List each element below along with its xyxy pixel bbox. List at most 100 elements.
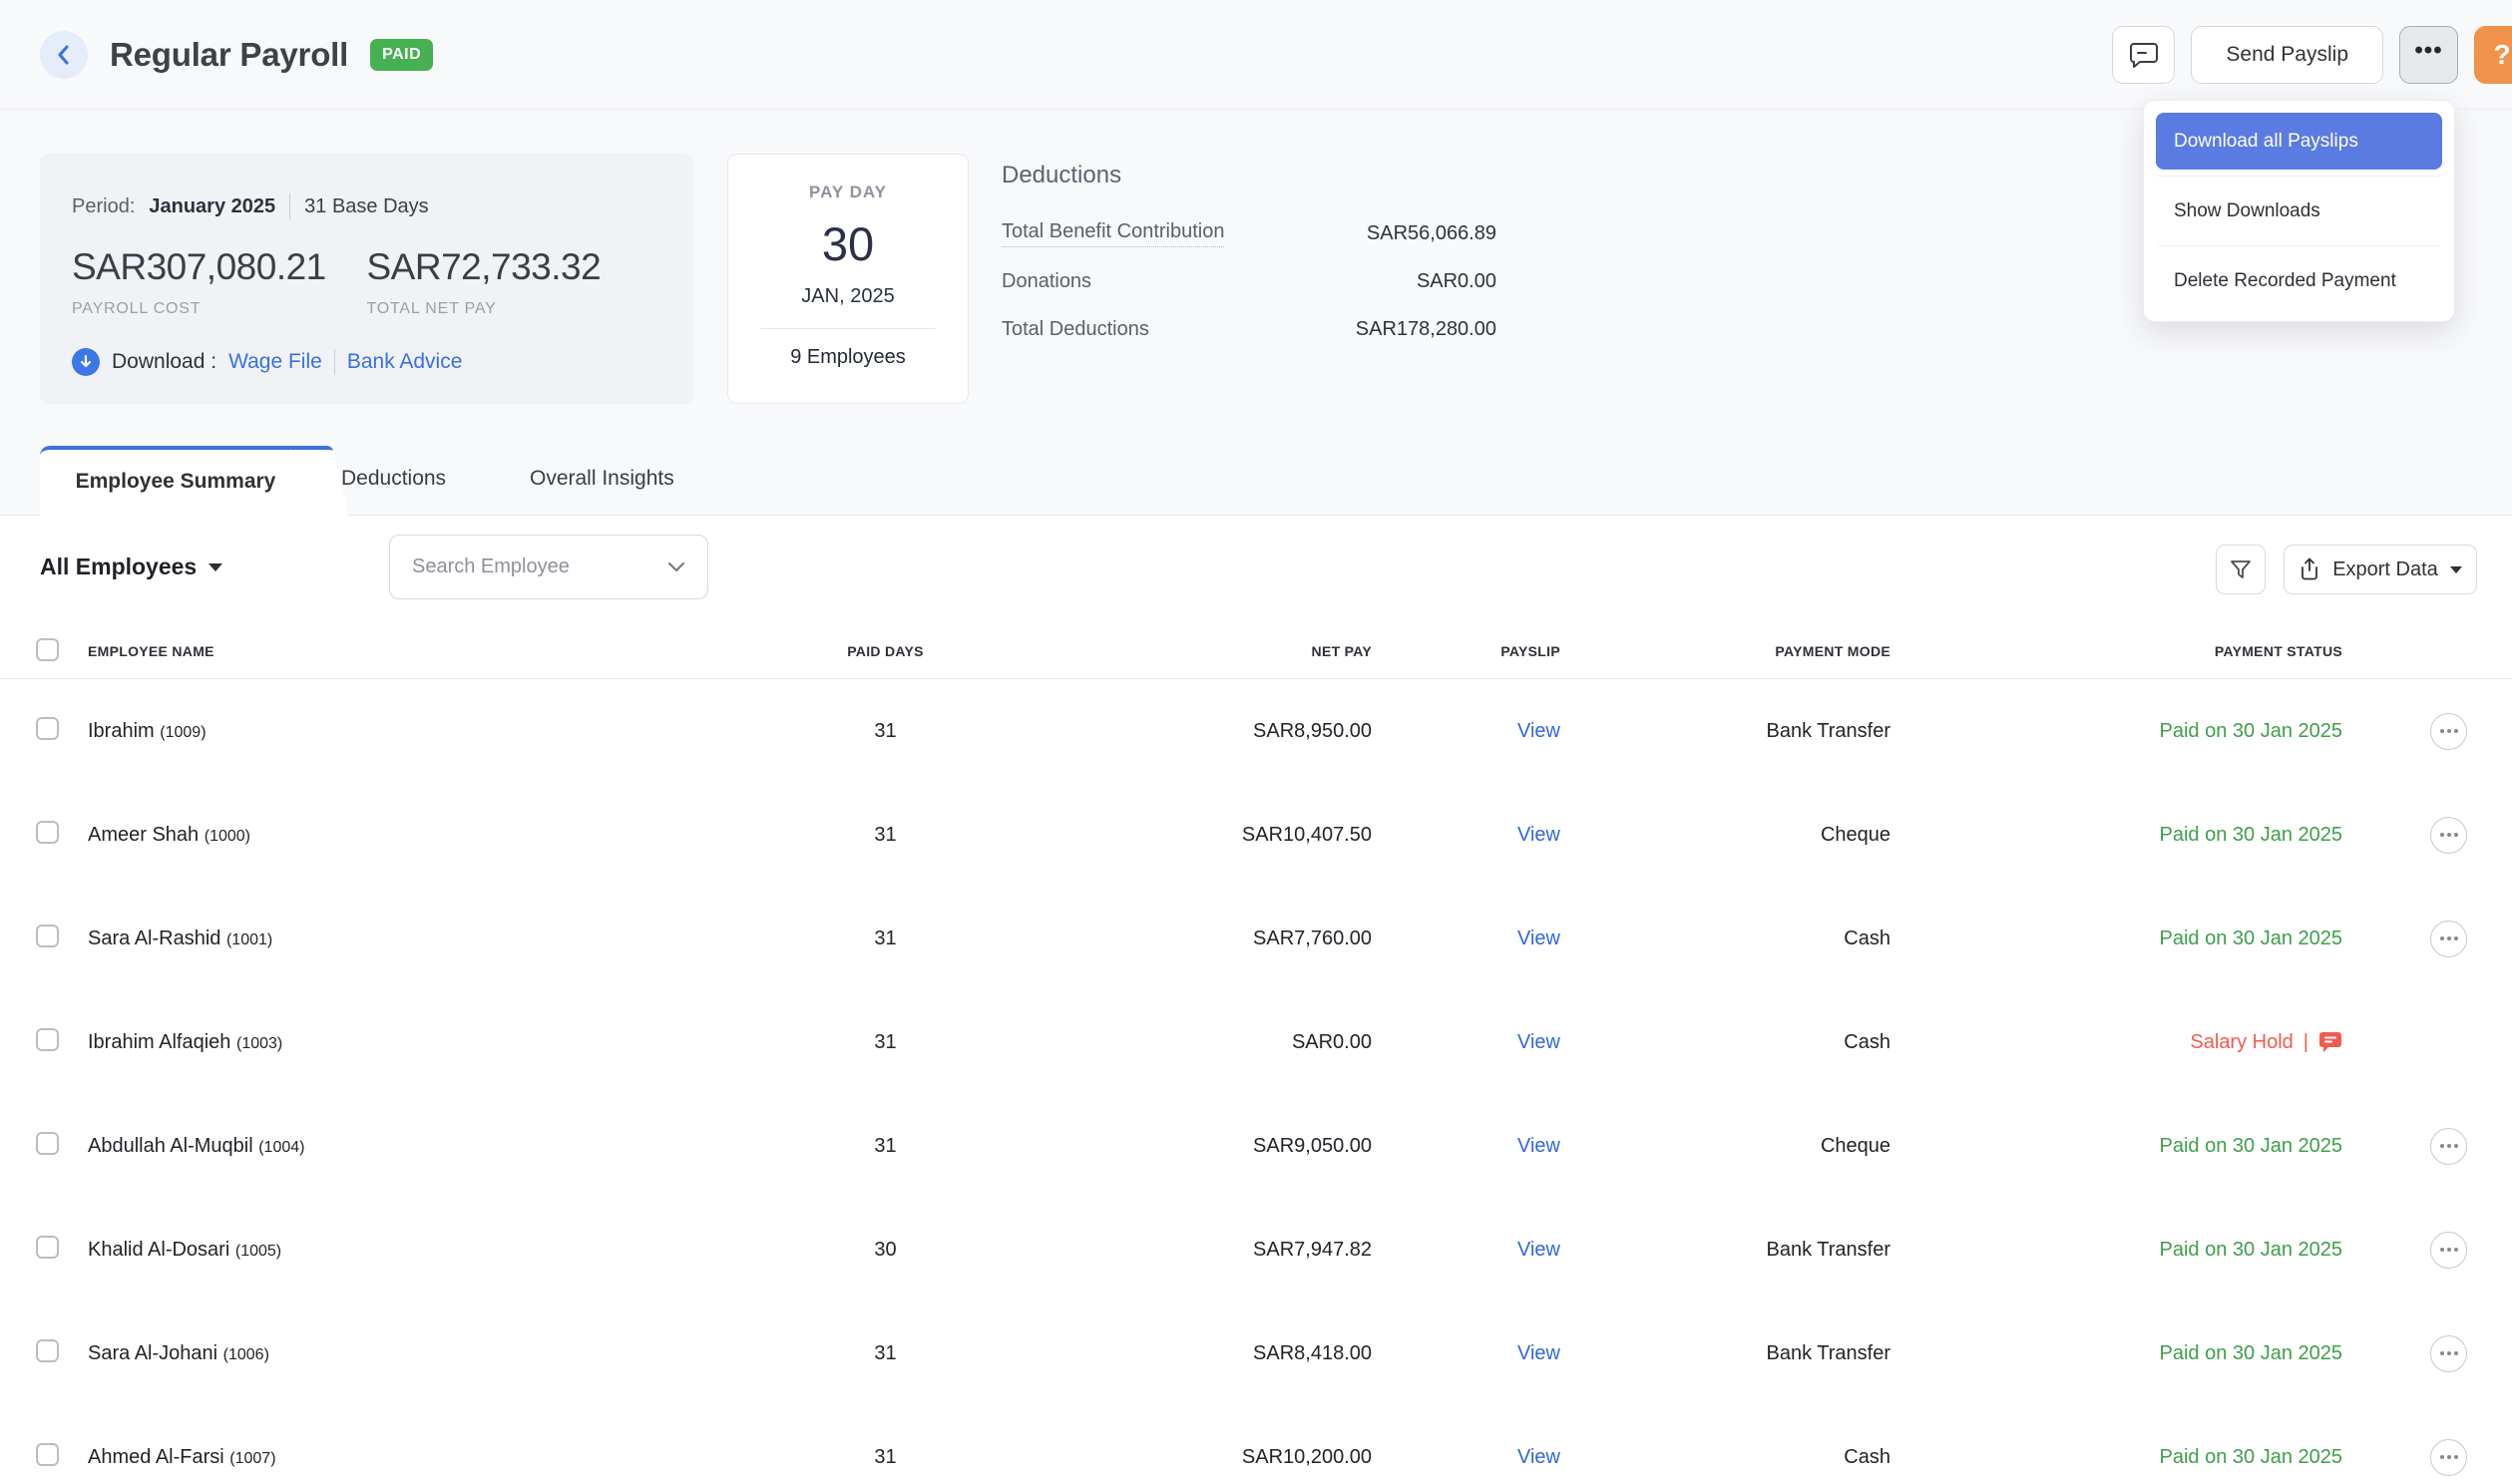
table-row: Sara Al-Johani (1006) 31 SAR8,418.00 Vie…	[0, 1301, 2512, 1405]
send-payslip-button[interactable]: Send Payslip	[2191, 26, 2383, 84]
employee-name: Sara Al-Rashid	[88, 928, 220, 949]
payslip-view-link[interactable]: View	[1517, 1446, 1560, 1468]
menu-item-show-downloads[interactable]: Show Downloads	[2156, 183, 2442, 239]
back-button[interactable]	[40, 31, 88, 79]
base-days: 31 Base Days	[304, 195, 429, 218]
paid-days-cell: 31	[808, 824, 963, 847]
employee-name: Abdullah Al-Muqbil	[88, 1135, 253, 1157]
net-pay-cell: SAR7,760.00	[963, 928, 1372, 950]
employee-name: Ibrahim Alfaqieh	[88, 1031, 230, 1053]
payment-status-text: Paid on 30 Jan 2025	[2160, 720, 2343, 743]
row-actions-button[interactable]	[2430, 1439, 2467, 1476]
deductions-rows: Total Benefit Contribution SAR56,066.89 …	[1002, 209, 1496, 353]
payslip-view-link[interactable]: View	[1517, 1031, 1560, 1053]
payment-mode-cell: Cash	[1560, 1031, 1890, 1054]
row-actions-button[interactable]	[2430, 1232, 2467, 1269]
tab-deductions[interactable]: Deductions	[341, 443, 446, 515]
payslip-view-link[interactable]: View	[1517, 824, 1560, 846]
col-paid-days: PAID DAYS	[808, 643, 963, 659]
payment-status-cell: Paid on 30 Jan 2025 |	[1890, 928, 2342, 950]
net-pay-cell: SAR10,407.50	[963, 824, 1372, 847]
more-actions-menu: Download all Payslips Show Downloads Del…	[2143, 100, 2455, 322]
row-checkbox[interactable]	[36, 1443, 59, 1466]
payday-month-year: JAN, 2025	[728, 285, 968, 308]
paid-days-cell: 31	[808, 1342, 963, 1365]
employee-name: Ibrahim	[88, 720, 155, 742]
payment-status-cell: Paid on 30 Jan 2025 |	[1890, 720, 2342, 743]
comment-icon	[2129, 41, 2159, 69]
paid-days-cell: 31	[808, 720, 963, 743]
employee-name-cell: Abdullah Al-Muqbil (1004)	[88, 1135, 808, 1158]
deductions-title: Deductions	[1002, 162, 1496, 189]
menu-item-delete-recorded-payment[interactable]: Delete Recorded Payment	[2156, 252, 2442, 309]
row-actions-button[interactable]	[2430, 817, 2467, 854]
deduction-label[interactable]: Total Deductions	[1002, 318, 1149, 341]
col-net-pay: NET PAY	[963, 643, 1372, 659]
row-checkbox[interactable]	[36, 821, 59, 844]
divider: |	[2303, 1031, 2308, 1054]
select-all-checkbox[interactable]	[36, 638, 59, 661]
payslip-view-link[interactable]: View	[1517, 1342, 1560, 1364]
wage-file-link[interactable]: Wage File	[228, 350, 322, 374]
menu-item-label: Show Downloads	[2174, 200, 2320, 222]
row-checkbox[interactable]	[36, 1339, 59, 1362]
employee-count: 9 Employees	[728, 346, 968, 369]
payslip-view-link[interactable]: View	[1517, 720, 1560, 742]
row-checkbox[interactable]	[36, 1236, 59, 1259]
payment-status-cell: Paid on 30 Jan 2025 |	[1890, 1446, 2342, 1469]
payslip-view-link[interactable]: View	[1517, 1239, 1560, 1261]
deduction-label[interactable]: Donations	[1002, 270, 1091, 293]
col-employee-name: EMPLOYEE NAME	[88, 643, 808, 659]
payment-status-text: Paid on 30 Jan 2025	[2160, 1135, 2343, 1158]
row-actions-button[interactable]	[2430, 713, 2467, 750]
export-data-button[interactable]: Export Data	[2284, 545, 2477, 594]
row-actions-button[interactable]	[2430, 1335, 2467, 1372]
row-checkbox[interactable]	[36, 1132, 59, 1155]
salary-hold-comment-icon[interactable]	[2318, 1031, 2342, 1053]
status-badge: PAID	[370, 39, 433, 71]
help-button[interactable]: ?	[2474, 26, 2512, 84]
menu-item-download-all-payslips[interactable]: Download all Payslips	[2156, 113, 2442, 170]
table-row: Abdullah Al-Muqbil (1004) 31 SAR9,050.00…	[0, 1094, 2512, 1198]
search-employee-select[interactable]: Search Employee	[389, 535, 708, 599]
deduction-label[interactable]: Total Benefit Contribution	[1002, 220, 1224, 247]
caret-down-icon	[2450, 566, 2462, 573]
filter-button[interactable]	[2216, 545, 2266, 594]
employee-id: (1003)	[236, 1035, 282, 1052]
payment-mode-cell: Cheque	[1560, 824, 1890, 847]
net-pay-cell: SAR9,050.00	[963, 1135, 1372, 1158]
bank-advice-link[interactable]: Bank Advice	[347, 350, 463, 374]
employee-name: Khalid Al-Dosari	[88, 1239, 229, 1261]
export-icon	[2299, 557, 2320, 581]
total-net-pay-label: TOTAL NET PAY	[367, 300, 662, 318]
more-actions-button[interactable]: •••	[2399, 26, 2458, 84]
net-pay-cell: SAR8,418.00	[963, 1342, 1372, 1365]
payslip-view-link[interactable]: View	[1517, 1135, 1560, 1157]
paid-days-cell: 31	[808, 1031, 963, 1054]
menu-item-label: Download all Payslips	[2174, 131, 2358, 153]
col-payment-mode: PAYMENT MODE	[1560, 643, 1890, 659]
comments-button[interactable]	[2112, 26, 2175, 84]
row-checkbox[interactable]	[36, 1028, 59, 1051]
row-checkbox[interactable]	[36, 717, 59, 740]
tab-overall-insights[interactable]: Overall Insights	[530, 443, 674, 515]
row-actions-button[interactable]	[2430, 1128, 2467, 1165]
deduction-value: SAR178,280.00	[1356, 318, 1496, 341]
employee-id: (1001)	[226, 931, 272, 948]
employee-filter-dropdown[interactable]: All Employees	[40, 554, 222, 580]
payment-mode-cell: Cheque	[1560, 1135, 1890, 1158]
row-actions-button[interactable]	[2430, 921, 2467, 957]
row-checkbox[interactable]	[36, 925, 59, 947]
payslip-view-link[interactable]: View	[1517, 928, 1560, 949]
net-pay-cell: SAR7,947.82	[963, 1239, 1372, 1262]
employee-id: (1006)	[223, 1346, 269, 1363]
payment-status-cell: Salary Hold |	[1890, 1031, 2342, 1054]
tab-employee-summary[interactable]: Employee Summary	[40, 446, 311, 516]
payment-status-text: Salary Hold	[2190, 1031, 2293, 1054]
caret-down-icon	[209, 563, 222, 571]
payment-status-cell: Paid on 30 Jan 2025 |	[1890, 1135, 2342, 1158]
employee-id: (1009)	[160, 724, 206, 741]
net-pay-cell: SAR10,200.00	[963, 1446, 1372, 1469]
employee-summary-panel: All Employees Search Employee Export Dat…	[0, 516, 2512, 1484]
net-pay-cell: SAR8,950.00	[963, 720, 1372, 743]
